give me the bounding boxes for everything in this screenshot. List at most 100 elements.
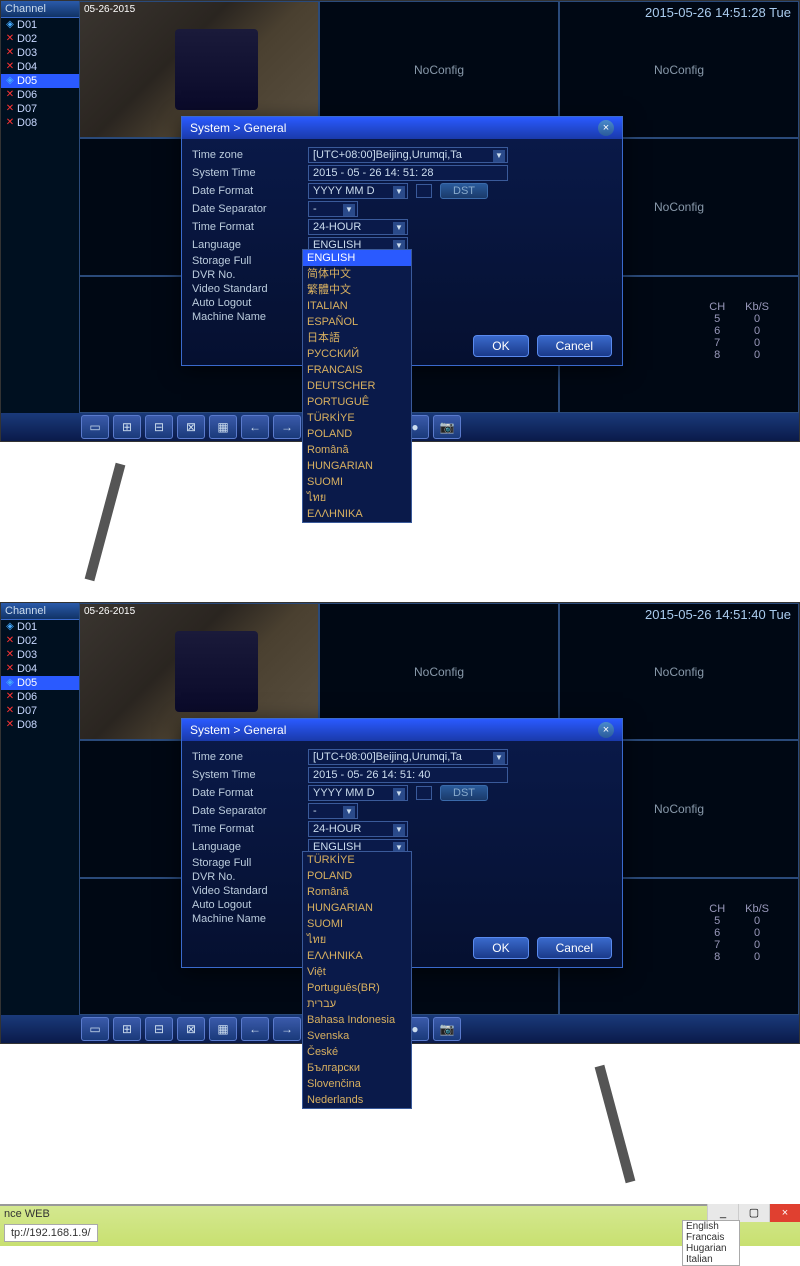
language-option[interactable]: HUNGARIAN — [303, 458, 411, 474]
maximize-button[interactable]: ▢ — [738, 1204, 769, 1222]
language-option[interactable]: 繁體中文 — [303, 282, 411, 298]
language-option[interactable]: ΕΛΛΗΝΙΚΑ — [303, 948, 411, 964]
language-option[interactable]: ไทย — [303, 490, 411, 506]
systime-input[interactable]: 2015 - 05- 26 14: 51: 40 — [308, 767, 508, 783]
label-datesep: Date Separator — [192, 203, 300, 215]
browser-lang-option[interactable]: Hugarian — [683, 1243, 739, 1254]
language-option[interactable]: Română — [303, 442, 411, 458]
channel-item-D07[interactable]: ✕D07 — [1, 102, 79, 116]
layout-16-icon[interactable]: ▦ — [209, 415, 237, 439]
datefmt-select[interactable]: YYYY MM D▼ — [308, 785, 408, 801]
close-icon[interactable]: × — [598, 722, 614, 738]
browser-lang-option[interactable]: English — [683, 1221, 739, 1232]
layout-1-icon[interactable]: ▭ — [81, 1017, 109, 1041]
next-icon[interactable]: → — [273, 1017, 301, 1041]
language-option[interactable]: Română — [303, 884, 411, 900]
layout-16-icon[interactable]: ▦ — [209, 1017, 237, 1041]
browser-language-list[interactable]: EnglishFrancaisHugarianItalian — [682, 1220, 740, 1266]
language-option[interactable]: SUOMI — [303, 916, 411, 932]
timezone-select[interactable]: [UTC+08:00]Beijing,Urumqi,Ta▼ — [308, 147, 508, 163]
language-option[interactable]: 日本語 — [303, 330, 411, 346]
channel-item-D06[interactable]: ✕D06 — [1, 88, 79, 102]
channel-sidebar: Channel ◈D01✕D02✕D03✕D04◈D05✕D06✕D07✕D08 — [1, 1, 79, 441]
language-option[interactable]: Bahasa Indonesia — [303, 1012, 411, 1028]
dst-checkbox[interactable] — [416, 786, 432, 800]
timezone-select[interactable]: [UTC+08:00]Beijing,Urumqi,Ta▼ — [308, 749, 508, 765]
label-dvrno: DVR No. — [192, 269, 300, 281]
datesep-select[interactable]: -▼ — [308, 201, 358, 217]
language-option[interactable]: Български — [303, 1060, 411, 1076]
prev-icon[interactable]: ← — [241, 415, 269, 439]
language-option[interactable]: TÜRKİYE — [303, 410, 411, 426]
language-option[interactable]: Slovenčina — [303, 1076, 411, 1092]
language-option[interactable]: PORTUGUÊ — [303, 394, 411, 410]
language-option[interactable]: SUOMI — [303, 474, 411, 490]
channel-item-D01[interactable]: ◈D01 — [1, 620, 79, 634]
datefmt-select[interactable]: YYYY MM D▼ — [308, 183, 408, 199]
channel-item-D04[interactable]: ✕D04 — [1, 662, 79, 676]
browser-lang-option[interactable]: Italian — [683, 1254, 739, 1265]
language-option[interactable]: FRANCAIS — [303, 362, 411, 378]
channel-item-D03[interactable]: ✕D03 — [1, 46, 79, 60]
cancel-button[interactable]: Cancel — [537, 335, 612, 357]
language-option[interactable]: Việt — [303, 964, 411, 980]
channel-item-D04[interactable]: ✕D04 — [1, 60, 79, 74]
address-bar[interactable]: tp://192.168.1.9/ — [4, 1224, 98, 1242]
language-option[interactable]: České — [303, 1044, 411, 1060]
language-dropdown: TÜRKİYEPOLANDRomânăHUNGARIANSUOMIไทยΕΛΛΗ… — [302, 851, 412, 1109]
language-option[interactable]: עברית — [303, 996, 411, 1012]
cancel-button[interactable]: Cancel — [537, 937, 612, 959]
channel-item-D02[interactable]: ✕D02 — [1, 32, 79, 46]
timefmt-select[interactable]: 24-HOUR▼ — [308, 821, 408, 837]
channel-item-D08[interactable]: ✕D08 — [1, 718, 79, 732]
language-option[interactable]: POLAND — [303, 868, 411, 884]
language-option[interactable]: POLAND — [303, 426, 411, 442]
language-option[interactable]: Português(BR) — [303, 980, 411, 996]
snapshot-icon[interactable]: 📷 — [433, 415, 461, 439]
language-option[interactable]: РУССКИЙ — [303, 346, 411, 362]
language-option[interactable]: ΕΛΛΗΝΙΚΑ — [303, 506, 411, 522]
language-option[interactable]: HUNGARIAN — [303, 900, 411, 916]
ok-button[interactable]: OK — [473, 335, 528, 357]
layout-9-icon[interactable]: ⊠ — [177, 1017, 205, 1041]
channel-item-D05[interactable]: ◈D05 — [1, 676, 79, 690]
ok-button[interactable]: OK — [473, 937, 528, 959]
layout-4-icon[interactable]: ⊞ — [113, 415, 141, 439]
channel-item-D05[interactable]: ◈D05 — [1, 74, 79, 88]
snapshot-icon[interactable]: 📷 — [433, 1017, 461, 1041]
channel-item-D01[interactable]: ◈D01 — [1, 18, 79, 32]
layout-9-icon[interactable]: ⊠ — [177, 415, 205, 439]
layout-8-icon[interactable]: ⊟ — [145, 1017, 173, 1041]
dvr-screen-1: Channel ◈D01✕D02✕D03✕D04◈D05✕D06✕D07✕D08… — [0, 0, 800, 442]
next-icon[interactable]: → — [273, 415, 301, 439]
dst-button[interactable]: DST — [440, 785, 488, 801]
language-option[interactable]: ENGLISH — [303, 250, 411, 266]
language-option[interactable]: ITALIAN — [303, 298, 411, 314]
channel-item-D08[interactable]: ✕D08 — [1, 116, 79, 130]
channel-item-D03[interactable]: ✕D03 — [1, 648, 79, 662]
clock-display: 2015-05-26 14:51:28 Tue — [645, 5, 791, 20]
language-option[interactable]: Nederlands — [303, 1092, 411, 1108]
datesep-select[interactable]: -▼ — [308, 803, 358, 819]
layout-1-icon[interactable]: ▭ — [81, 415, 109, 439]
language-option[interactable]: Svenska — [303, 1028, 411, 1044]
dst-button[interactable]: DST — [440, 183, 488, 199]
language-option[interactable]: ไทย — [303, 932, 411, 948]
layout-8-icon[interactable]: ⊟ — [145, 415, 173, 439]
prev-icon[interactable]: ← — [241, 1017, 269, 1041]
close-icon[interactable]: × — [598, 120, 614, 136]
timefmt-select[interactable]: 24-HOUR▼ — [308, 219, 408, 235]
language-option[interactable]: DEUTSCHER — [303, 378, 411, 394]
systime-input[interactable]: 2015 - 05 - 26 14: 51: 28 — [308, 165, 508, 181]
channel-item-D06[interactable]: ✕D06 — [1, 690, 79, 704]
close-button[interactable]: × — [769, 1204, 800, 1222]
browser-lang-option[interactable]: Francais — [683, 1232, 739, 1243]
language-option[interactable]: TÜRKİYE — [303, 852, 411, 868]
channel-item-D07[interactable]: ✕D07 — [1, 704, 79, 718]
layout-4-icon[interactable]: ⊞ — [113, 1017, 141, 1041]
channel-item-D02[interactable]: ✕D02 — [1, 634, 79, 648]
language-option[interactable]: 简体中文 — [303, 266, 411, 282]
language-option[interactable]: ESPAÑOL — [303, 314, 411, 330]
arrow-connector — [100, 462, 160, 582]
dst-checkbox[interactable] — [416, 184, 432, 198]
